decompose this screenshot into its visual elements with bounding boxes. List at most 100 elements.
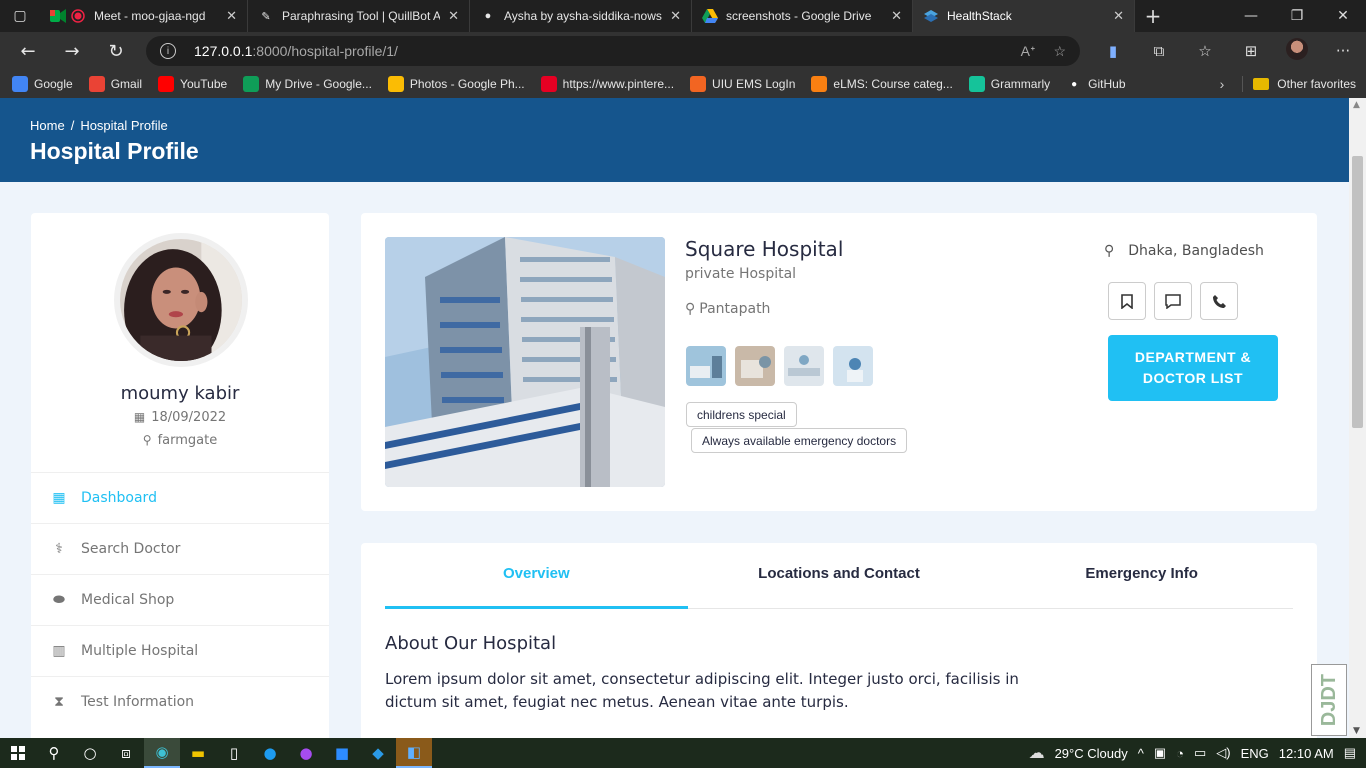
- bookmark-item[interactable]: Grammarly: [968, 76, 1051, 92]
- scroll-up-icon[interactable]: ▲: [1353, 100, 1360, 110]
- edge-browser-icon[interactable]: ◉: [144, 738, 180, 768]
- zoom-icon[interactable]: ■: [324, 738, 360, 768]
- tab-emergency-info[interactable]: Emergency Info: [990, 543, 1293, 608]
- sidebar-item-dashboard[interactable]: ▦ Dashboard: [31, 472, 329, 523]
- tab-title: screenshots - Google Drive: [726, 9, 872, 23]
- windows-start-icon[interactable]: [0, 738, 36, 768]
- breadcrumb-home[interactable]: Home: [30, 118, 65, 133]
- close-tab-icon[interactable]: ✕: [226, 8, 237, 24]
- gallery-thumbnail[interactable]: [735, 346, 775, 386]
- map-pin-icon: ⚲: [142, 433, 152, 447]
- tab-actions-icon[interactable]: ▢: [0, 0, 40, 32]
- browser-tab[interactable]: ✎ Paraphrasing Tool | QuillBot AI ✕: [248, 0, 470, 32]
- reload-icon[interactable]: ↻: [94, 41, 138, 62]
- close-tab-icon[interactable]: ✕: [891, 8, 902, 24]
- restore-icon[interactable]: ❐: [1274, 8, 1320, 24]
- profile-location: farmgate: [157, 433, 218, 448]
- cortana-icon[interactable]: ○: [72, 738, 108, 768]
- bookmark-button[interactable]: [1108, 282, 1146, 320]
- message-button[interactable]: [1154, 282, 1192, 320]
- language-indicator[interactable]: ENG: [1241, 746, 1269, 761]
- browser-tab[interactable]: Meet - moo-gjaa-ngd ✕: [40, 0, 248, 32]
- breadcrumb-current: Hospital Profile: [80, 118, 168, 133]
- scroll-thumb[interactable]: [1352, 156, 1363, 428]
- bookmark-item[interactable]: Photos - Google Ph...: [387, 76, 525, 92]
- bookmark-item[interactable]: UIU EMS LogIn: [690, 76, 795, 92]
- wifi-icon[interactable]: ◔: [1176, 746, 1184, 761]
- scroll-down-icon[interactable]: ▼: [1353, 726, 1360, 736]
- collections-icon[interactable]: ⊞: [1228, 42, 1274, 60]
- browser-tab[interactable]: screenshots - Google Drive ✕: [692, 0, 913, 32]
- favorites-icon[interactable]: ☆: [1182, 42, 1228, 60]
- forward-icon[interactable]: →: [50, 41, 94, 62]
- search-icon[interactable]: ⚲: [36, 738, 72, 768]
- gallery-thumbnail[interactable]: [686, 346, 726, 386]
- hospital-image: [385, 237, 665, 487]
- chevron-up-icon[interactable]: ^: [1138, 746, 1144, 761]
- task-view-icon[interactable]: ⧈: [108, 738, 144, 768]
- vscode-icon[interactable]: ◆: [360, 738, 396, 768]
- bookmark-label: Grammarly: [990, 77, 1051, 91]
- add-favorite-icon[interactable]: ☆: [1053, 43, 1066, 60]
- back-icon[interactable]: ←: [6, 41, 50, 62]
- gallery-thumbnail[interactable]: [833, 346, 873, 386]
- sidebar-item-medical-shop[interactable]: ⬬ Medical Shop: [31, 574, 329, 625]
- volume-icon[interactable]: ◁): [1216, 745, 1230, 761]
- notifications-icon[interactable]: ▤: [1344, 745, 1356, 761]
- bookmark-label: https://www.pintere...: [562, 77, 675, 91]
- sidebar-item-test-information[interactable]: ⧗ Test Information: [31, 676, 329, 727]
- weather-text[interactable]: 29°C Cloudy: [1055, 746, 1128, 761]
- close-tab-icon[interactable]: ✕: [1113, 8, 1124, 24]
- page-scrollbar[interactable]: ▲ ▼: [1349, 98, 1366, 738]
- messenger-icon[interactable]: ●: [288, 738, 324, 768]
- bookmark-item[interactable]: https://www.pintere...: [540, 76, 675, 92]
- bookmark-item[interactable]: My Drive - Google...: [243, 76, 372, 92]
- dashboard-icon: ▦: [52, 490, 66, 506]
- browser-tab-bar: ▢ Meet - moo-gjaa-ngd ✕ ✎ Paraphrasing T…: [0, 0, 1366, 32]
- tab-title: Aysha by aysha-siddika-nows: [504, 9, 662, 23]
- browser-tab-active[interactable]: HealthStack ✕: [913, 0, 1135, 32]
- minimize-icon[interactable]: —: [1228, 8, 1274, 24]
- profile-avatar[interactable]: [1274, 38, 1320, 64]
- bookmark-label: Google: [34, 77, 73, 91]
- url-input[interactable]: i 127.0.0.1:8000/hospital-profile/1/ Aᐩ …: [146, 36, 1080, 66]
- sidebar-item-multiple-hospital[interactable]: ▥ Multiple Hospital: [31, 625, 329, 676]
- more-menu-icon[interactable]: ···: [1320, 42, 1366, 60]
- snipping-tool-icon[interactable]: ◧: [396, 738, 432, 768]
- site-info-icon[interactable]: i: [160, 43, 176, 59]
- tab-locations-and-contact[interactable]: Locations and Contact: [688, 543, 991, 608]
- clock[interactable]: 12:10 AM: [1279, 746, 1334, 761]
- bookmarks-overflow: › Other favorites: [1220, 76, 1366, 92]
- browser-tab[interactable]: ● Aysha by aysha-siddika-nows ✕: [470, 0, 692, 32]
- gallery-thumbnail[interactable]: [784, 346, 824, 386]
- department-doctor-list-button[interactable]: DEPARTMENT & DOCTOR LIST: [1108, 335, 1278, 401]
- page-title: Hospital Profile: [30, 138, 199, 164]
- bookmark-item[interactable]: YouTube: [158, 76, 227, 92]
- twitter-icon[interactable]: ●: [252, 738, 288, 768]
- extension-docs-icon[interactable]: ▮: [1090, 42, 1136, 60]
- profile-sidebar: moumy kabir ▦ 18/09/2022 ⚲ farmgate ▦ Dashb…: [31, 213, 329, 738]
- bookmark-item[interactable]: Google: [12, 76, 73, 92]
- chevron-right-icon[interactable]: ›: [1220, 76, 1225, 92]
- tab-overview[interactable]: Overview: [385, 543, 688, 609]
- pinterest-icon: [540, 76, 557, 92]
- extensions-icon[interactable]: ⧉: [1136, 42, 1182, 60]
- bookmark-item[interactable]: ● GitHub: [1066, 76, 1126, 92]
- close-tab-icon[interactable]: ✕: [448, 8, 459, 24]
- close-window-icon[interactable]: ✕: [1320, 8, 1366, 24]
- hospital-card: Square Hospital private Hospital ⚲ Pantap…: [361, 213, 1317, 511]
- close-tab-icon[interactable]: ✕: [670, 8, 681, 24]
- sidebar-menu: ▦ Dashboard ⚕ Search Doctor ⬬ Medical Shop ▥ Mu…: [31, 472, 329, 727]
- file-explorer-icon[interactable]: ▬: [180, 738, 216, 768]
- battery-icon[interactable]: ▭: [1194, 745, 1206, 761]
- new-tab-icon[interactable]: +: [1135, 4, 1171, 28]
- read-aloud-icon[interactable]: Aᐩ: [1021, 43, 1036, 60]
- bookmark-item[interactable]: Gmail: [88, 76, 142, 92]
- sidebar-item-search-doctor[interactable]: ⚕ Search Doctor: [31, 523, 329, 574]
- page-header: Home / Hospital Profile Hospital Profile: [0, 98, 1349, 182]
- call-button[interactable]: [1200, 282, 1238, 320]
- display-icon[interactable]: ▣: [1154, 745, 1166, 761]
- document-icon[interactable]: ▯: [216, 738, 252, 768]
- other-favorites[interactable]: Other favorites: [1277, 77, 1356, 91]
- bookmark-item[interactable]: eLMS: Course categ...: [811, 76, 953, 92]
